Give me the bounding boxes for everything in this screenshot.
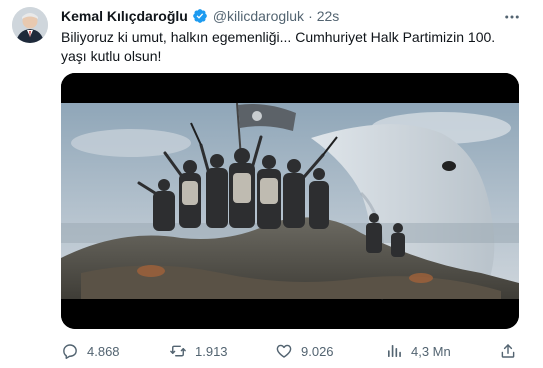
views-count: 4,3 Mn bbox=[411, 343, 451, 359]
reply-button[interactable]: 4.868 bbox=[61, 340, 120, 362]
tweet-text: Biliyoruz ki umut, halkın egemenliği... … bbox=[61, 29, 496, 64]
separator-dot: · bbox=[308, 8, 313, 24]
video-frame-image bbox=[61, 73, 519, 329]
reply-icon bbox=[63, 344, 77, 359]
tweet-header: Kemal Kılıçdaroğlu @kilicdarogluk · 22s bbox=[61, 6, 339, 26]
avatar[interactable] bbox=[12, 7, 48, 43]
repost-button[interactable]: 1.913 bbox=[169, 340, 228, 362]
repost-icon bbox=[170, 345, 186, 357]
author-handle[interactable]: @kilicdarogluk bbox=[213, 8, 304, 24]
views-icon bbox=[388, 345, 401, 357]
like-icon bbox=[276, 344, 292, 358]
tweet-media-video[interactable] bbox=[61, 73, 519, 329]
more-icon[interactable] bbox=[503, 8, 521, 26]
share-button[interactable] bbox=[499, 340, 525, 362]
tweet-timestamp[interactable]: 22s bbox=[317, 8, 340, 24]
repost-count: 1.913 bbox=[195, 343, 228, 359]
verified-badge-icon bbox=[192, 9, 207, 23]
tweet-action-bar: 4.868 1.913 9.026 4,3 Mn bbox=[61, 340, 521, 362]
like-button[interactable]: 9.026 bbox=[275, 340, 334, 362]
reply-count: 4.868 bbox=[87, 343, 120, 359]
views-button[interactable]: 4,3 Mn bbox=[385, 340, 451, 362]
avatar-image bbox=[12, 7, 48, 43]
tweet-card[interactable]: Kemal Kılıçdaroğlu @kilicdarogluk · 22s … bbox=[0, 0, 543, 368]
like-count: 9.026 bbox=[301, 343, 334, 359]
author-name[interactable]: Kemal Kılıçdaroğlu bbox=[61, 8, 188, 24]
share-icon bbox=[501, 344, 515, 358]
